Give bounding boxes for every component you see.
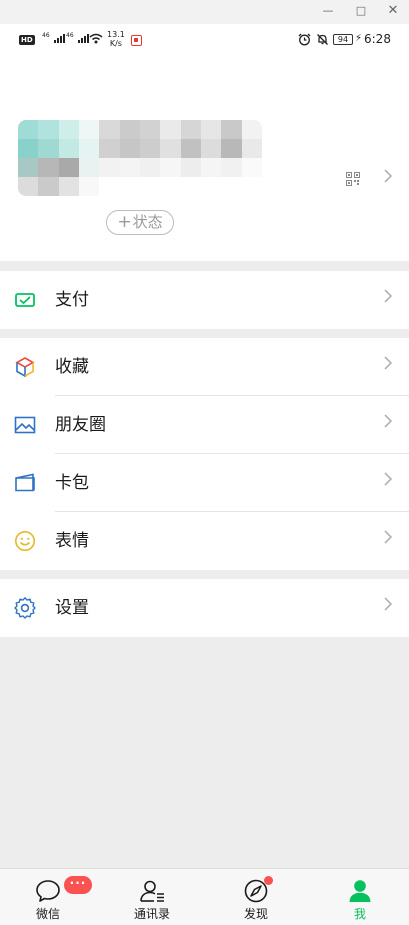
menu-item-stickers[interactable]: 表情: [0, 512, 409, 570]
add-status-button[interactable]: +状态: [106, 210, 174, 235]
menu-item-settings[interactable]: 设置: [0, 579, 409, 637]
chevron-right-icon: [383, 288, 393, 309]
chevron-right-icon: [383, 168, 393, 189]
tab-label-discover: 发现: [243, 907, 268, 921]
chevron-right-icon: [383, 355, 393, 376]
image-icon: [14, 414, 36, 436]
wifi-icon: [89, 33, 103, 47]
wallet-icon: [14, 472, 36, 494]
close-button[interactable]: ✕: [383, 3, 403, 19]
menu-label-pay: 支付: [55, 290, 89, 310]
alarm-icon: [298, 33, 311, 49]
cube-icon: [14, 356, 36, 378]
pay-group: 支付: [0, 271, 409, 329]
discover-new-dot: [264, 876, 273, 885]
chevron-right-icon: [383, 529, 393, 550]
battery-indicator: 94: [333, 34, 353, 45]
pay-icon: [14, 289, 36, 311]
network-speed: 13.1 K/s: [107, 30, 125, 48]
menu-label-favorites: 收藏: [55, 357, 89, 377]
smile-icon: [14, 530, 36, 552]
profile-header[interactable]: +状态: [0, 58, 409, 261]
mute-icon: [316, 33, 329, 49]
menu-item-moments[interactable]: 朋友圈: [0, 396, 409, 454]
status-label: 状态: [132, 213, 163, 231]
speed-unit: K/s: [109, 39, 122, 48]
app-notification-icon: [131, 35, 142, 46]
chevron-right-icon: [383, 471, 393, 492]
menu-item-favorites[interactable]: 收藏: [0, 338, 409, 396]
menu-label-stickers: 表情: [55, 531, 89, 551]
menu-label-moments: 朋友圈: [55, 415, 106, 435]
hd-indicator: HD: [19, 35, 35, 45]
tab-label-contacts: 通讯录: [133, 907, 170, 921]
chevron-right-icon: [383, 413, 393, 434]
network-type-2: 46: [66, 32, 74, 39]
speed-value: 13.1: [107, 30, 125, 39]
window-title-bar: — □ ✕: [0, 0, 409, 24]
tab-chats[interactable]: ··· 微信: [8, 869, 92, 925]
chevron-right-icon: [383, 596, 393, 617]
network-type-1: 46: [42, 32, 50, 39]
chat-icon: [34, 877, 62, 905]
menu-label-settings: 设置: [55, 598, 89, 618]
tab-label-me: 我: [353, 907, 366, 921]
tab-discover[interactable]: 发现: [216, 869, 296, 925]
menu-item-cards[interactable]: 卡包: [0, 454, 409, 512]
maximize-button[interactable]: □: [351, 3, 371, 19]
clock: 6:28: [364, 32, 391, 46]
unread-badge: ···: [64, 876, 92, 894]
contacts-icon: [138, 877, 166, 905]
tab-me[interactable]: 我: [320, 869, 400, 925]
blurred-avatar-and-name[interactable]: [18, 120, 262, 196]
tab-label-chats: 微信: [35, 907, 60, 921]
menu-item-pay[interactable]: 支付: [0, 271, 409, 329]
menu-label-cards: 卡包: [55, 473, 89, 493]
signal-icon: 46: [42, 32, 66, 43]
minimize-button[interactable]: —: [318, 3, 338, 19]
tab-contacts[interactable]: 通讯录: [112, 869, 192, 925]
plus-icon: +: [117, 212, 132, 232]
status-bar: HD 46 46 13.1 K/s 94 ⚡ 6:28: [0, 24, 409, 58]
qr-code-icon[interactable]: [346, 171, 360, 186]
charging-icon: ⚡: [355, 33, 363, 44]
person-icon: [346, 877, 374, 905]
settings-group: 设置: [0, 579, 409, 637]
gear-icon: [14, 597, 36, 619]
services-group: 收藏 朋友圈 卡包 表情: [0, 338, 409, 570]
bottom-tab-bar: ··· 微信 通讯录 发现 我: [0, 868, 409, 925]
signal-icon-2: 46: [66, 32, 90, 43]
